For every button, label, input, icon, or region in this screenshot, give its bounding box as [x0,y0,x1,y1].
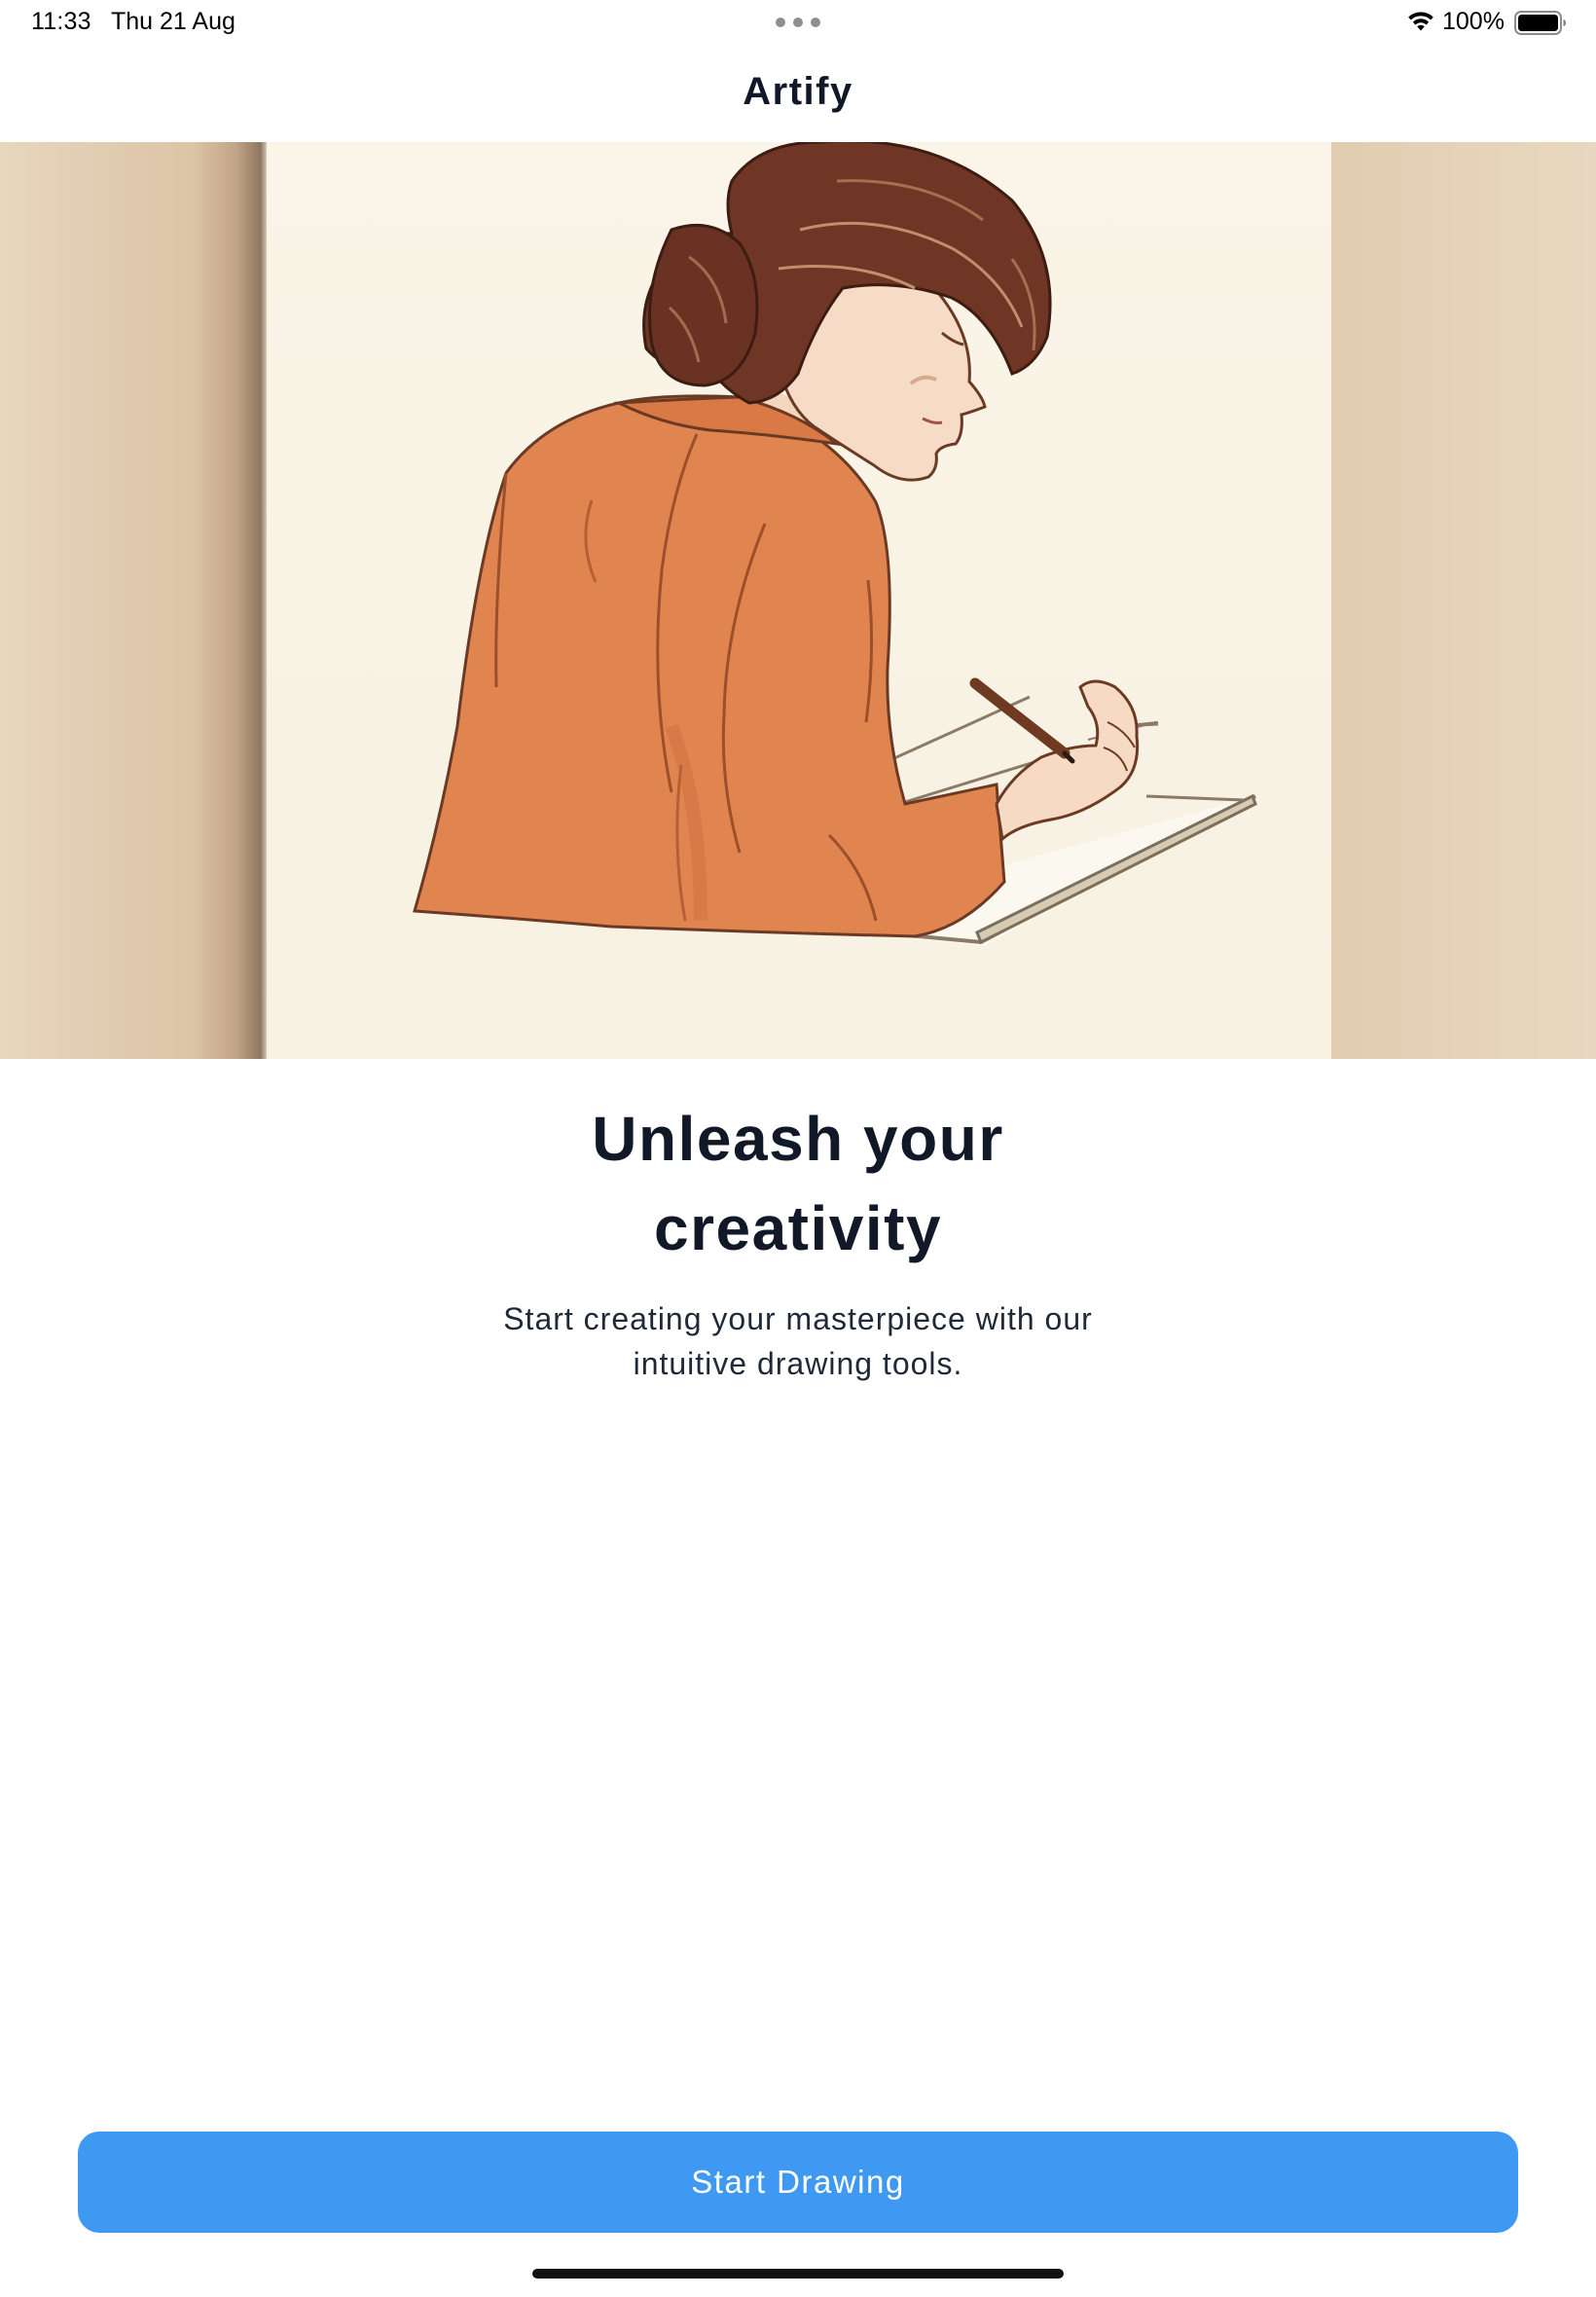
headline-line-1: Unleash your [592,1104,1004,1174]
multitask-dots-icon[interactable] [776,18,820,27]
hero-illustration [0,142,1596,1059]
subtitle: Start creating your masterpiece with our… [457,1296,1139,1386]
wifi-icon [1408,12,1433,31]
start-drawing-button[interactable]: Start Drawing [78,2132,1518,2233]
headline: Unleash your creativity [409,1094,1187,1273]
subtitle-line-1: Start creating your masterpiece with our [503,1301,1093,1336]
headline-line-2: creativity [653,1193,943,1263]
battery-percentage: 100% [1442,8,1505,35]
status-bar: 11:33 Thu 21 Aug 100% [0,0,1596,47]
home-indicator[interactable] [532,2269,1064,2279]
woman-drawing-illustration [0,142,1596,1059]
battery-icon [1514,11,1566,35]
status-time: 11:33 [31,8,91,35]
app-title: Artify [743,70,853,113]
status-date: Thu 21 Aug [111,8,236,35]
nav-header: Artify [0,47,1596,142]
subtitle-line-2: intuitive drawing tools. [633,1346,963,1381]
